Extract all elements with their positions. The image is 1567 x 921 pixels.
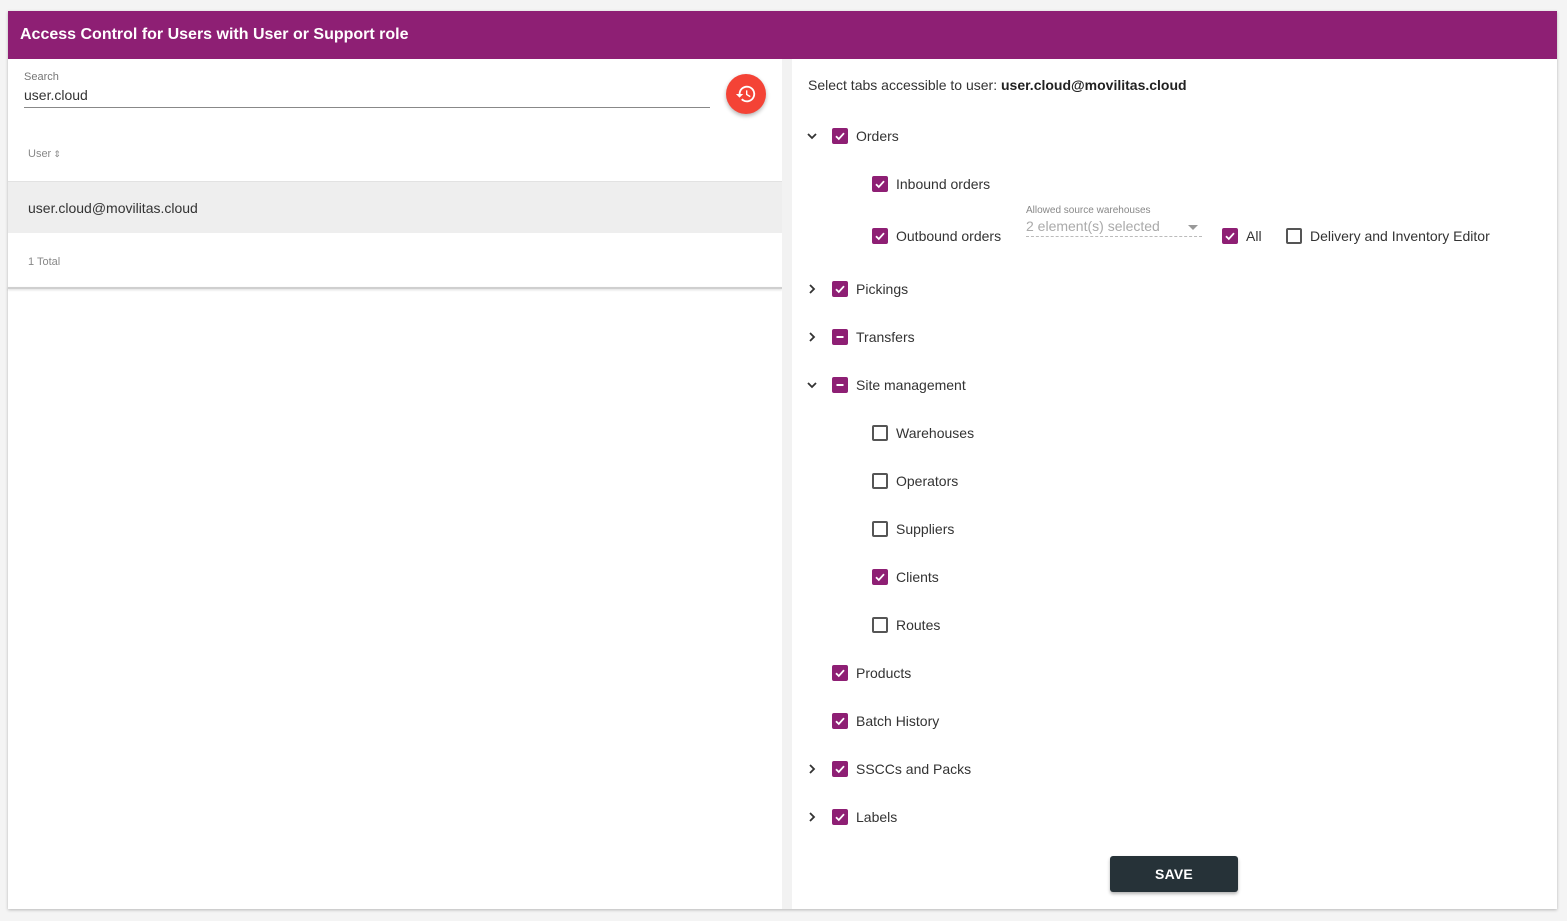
table-divider [8,287,782,289]
batch-history-checkbox[interactable] [832,713,848,729]
chevron-down-icon[interactable] [804,128,820,144]
table-row[interactable]: user.cloud@movilitas.cloud [8,181,782,233]
clients-label: Clients [896,569,939,585]
tree-item-sscc-packs: SSCCs and Packs [832,757,971,781]
chevron-right-icon[interactable] [804,281,820,297]
tree-item-routes: Routes [872,613,940,637]
dropdown-arrow-icon [1188,225,1198,230]
warehouses-select-value[interactable]: 2 element(s) selected [1026,218,1202,237]
suppliers-checkbox[interactable] [872,521,888,537]
tree-item-warehouses: Warehouses [872,421,974,445]
labels-checkbox[interactable] [832,809,848,825]
permissions-panel: Select tabs accessible to user: user.clo… [792,59,1557,909]
panel-divider [782,59,792,909]
search-field: Search [24,71,710,108]
tree-item-clients: Clients [872,565,939,589]
tree-item-pickings: Pickings [832,277,908,301]
sscc-packs-label: SSCCs and Packs [856,761,972,777]
user-column-label: User [28,148,52,160]
tree-item-batch-history: Batch History [832,709,939,733]
batch-history-label: Batch History [856,713,940,729]
tree-item-orders: Orders [832,124,899,148]
tree-item-products: Products [832,661,911,685]
all-checkbox[interactable] [1222,228,1238,244]
suppliers-label: Suppliers [896,521,955,537]
labels-label: Labels [856,809,898,825]
warehouses-checkbox[interactable] [872,425,888,441]
site-management-label: Site management [856,377,966,393]
products-checkbox[interactable] [832,665,848,681]
sort-icon: ⇕ [53,149,61,159]
tree-item-operators: Operators [872,469,958,493]
warehouses-select[interactable]: Allowed source warehouses 2 element(s) s… [1026,205,1202,237]
clients-checkbox[interactable] [872,569,888,585]
option-all: All [1222,224,1262,248]
site-management-checkbox[interactable] [832,377,848,393]
chevron-right-icon[interactable] [804,809,820,825]
save-button[interactable]: SAVE [1110,856,1238,892]
history-button[interactable] [726,74,766,114]
search-input[interactable] [24,85,710,108]
warehouses-select-text: 2 element(s) selected [1026,218,1160,234]
page-title: Access Control for Users with User or Su… [8,11,1557,59]
tree-item-suppliers: Suppliers [872,517,954,541]
outbound-orders-checkbox[interactable] [872,228,888,244]
permissions-heading: Select tabs accessible to user: user.clo… [808,77,1187,93]
inbound-orders-checkbox[interactable] [872,176,888,192]
pickings-label: Pickings [856,281,909,297]
tree-item-outbound-orders: Outbound orders [872,224,1001,248]
option-delivery-editor: Delivery and Inventory Editor [1286,224,1490,248]
inbound-orders-label: Inbound orders [896,176,991,192]
routes-checkbox[interactable] [872,617,888,633]
warehouses-label: Warehouses [896,425,975,441]
total-count: 1 Total [28,256,61,268]
operators-checkbox[interactable] [872,473,888,489]
tree-item-labels: Labels [832,805,897,829]
tree-item-transfers: Transfers [832,325,915,349]
chevron-right-icon[interactable] [804,329,820,345]
tree-item-inbound-orders: Inbound orders [872,172,990,196]
operators-label: Operators [896,473,959,489]
transfers-checkbox[interactable] [832,329,848,345]
user-list-panel: Search User⇕ user.cloud@movilitas.cloud … [8,59,782,909]
main-card: Access Control for Users with User or Su… [8,11,1557,909]
transfers-label: Transfers [856,329,915,345]
chevron-down-icon[interactable] [804,377,820,393]
outbound-orders-label: Outbound orders [896,228,1002,244]
search-label: Search [24,71,59,83]
tree-item-site-management: Site management [832,373,966,397]
delivery-editor-label: Delivery and Inventory Editor [1310,228,1490,244]
sscc-packs-checkbox[interactable] [832,761,848,777]
selected-user: user.cloud@movilitas.cloud [1001,77,1187,93]
orders-checkbox[interactable] [832,128,848,144]
routes-label: Routes [896,617,941,633]
pickings-checkbox[interactable] [832,281,848,297]
history-icon [735,85,756,103]
user-column-header[interactable]: User ⇕ [28,148,61,160]
chevron-right-icon[interactable] [804,761,820,777]
all-label: All [1246,228,1262,244]
warehouses-select-label: Allowed source warehouses [1026,205,1151,216]
orders-label: Orders [856,128,899,144]
delivery-editor-checkbox[interactable] [1286,228,1302,244]
heading-prefix: Select tabs accessible to user: [808,77,998,93]
products-label: Products [856,665,912,681]
